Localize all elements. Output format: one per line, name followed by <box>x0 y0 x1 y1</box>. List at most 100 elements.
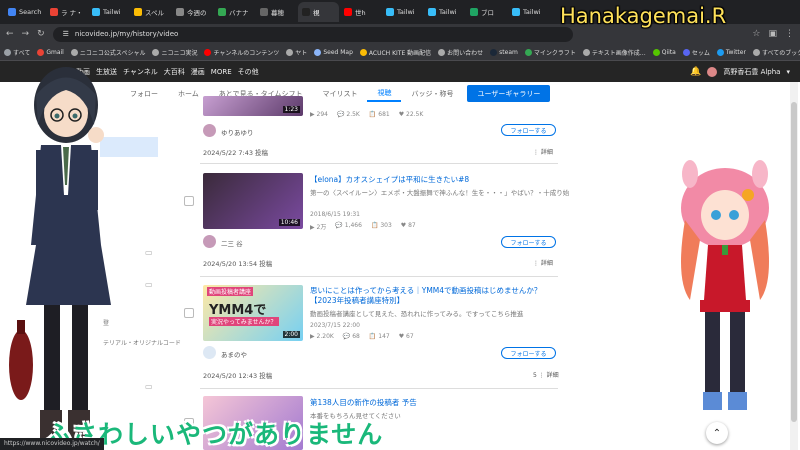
tab-label: ブロ <box>481 9 494 17</box>
browser-tab[interactable]: ラ ナ・ <box>46 2 87 22</box>
browser-tab[interactable]: Tailwi <box>382 2 423 22</box>
tab-label: Tailwi <box>397 8 415 16</box>
video-stats: ▶ 2万 💬 1,466 📋 303 ♥ 87 <box>310 222 416 231</box>
stat-value: ♥ 67 <box>399 333 414 340</box>
stat-number: 67 <box>406 333 414 340</box>
stat-number: 87 <box>408 222 416 229</box>
bookmark-item[interactable]: すべてのブックマーク <box>752 48 800 57</box>
scrollbar-thumb[interactable] <box>791 102 797 422</box>
video-stats: ▶ 2.20K 💬 68 📋 147 ♥ 67 <box>310 333 414 340</box>
browser-tab[interactable]: ブロ <box>466 2 507 22</box>
select-checkbox[interactable] <box>184 196 194 206</box>
bookmark-item[interactable]: テキスト画像作成… <box>582 48 646 57</box>
thumbnail-caption: 実況やってみませんか？ <box>209 317 279 326</box>
video-description: 第一の〈スペイルーン〉エメポ・大盤振舞で神ふんな！生を・・・」やばい？・十成り始 <box>310 189 570 197</box>
reload-icon[interactable]: ↻ <box>37 29 45 39</box>
user-avatar[interactable] <box>203 235 216 248</box>
bookmark-item[interactable]: ACUCH KITE 動画配信 <box>359 48 431 57</box>
menu-icon[interactable]: ⋮ <box>785 29 794 39</box>
bookmark-item[interactable]: ニコニコ実況 <box>152 48 197 57</box>
uploader-name[interactable]: ゆりあゆり <box>221 127 254 137</box>
uploader-name[interactable]: 二三 谷 <box>221 238 243 248</box>
bell-icon[interactable]: 🔔 <box>690 67 701 77</box>
stat-number: 2万 <box>316 224 327 231</box>
browser-tab[interactable]: 世h <box>340 2 381 22</box>
bookmark-item[interactable]: マインクラフト <box>524 48 576 57</box>
video-thumbnail[interactable]: 動画投稿者講座 YMM4で 実況やってみませんか？ 2:00 <box>203 285 303 341</box>
stat-number: 147 <box>378 333 390 340</box>
bookmark-label: すべてのブックマーク <box>761 49 800 57</box>
stat-number: 22.5K <box>406 111 424 118</box>
user-name[interactable]: 高野香石豊 Alpha <box>723 67 780 77</box>
chevron-down-icon[interactable]: ▾ <box>786 68 790 76</box>
subtab-item[interactable]: マイリスト <box>312 85 367 102</box>
bookmark-item[interactable]: チャンネルのコンテンツ <box>204 48 279 57</box>
forward-icon[interactable]: → <box>22 29 30 39</box>
site-nav-item[interactable]: 漫画 <box>191 67 205 77</box>
tab-favicon-icon <box>8 8 16 16</box>
star-icon[interactable]: ☆ <box>752 29 760 39</box>
browser-tab[interactable]: Tailwi <box>508 2 549 22</box>
tab-favicon-icon <box>50 8 58 16</box>
browser-tab[interactable]: 視 <box>298 2 339 22</box>
tab-favicon-icon <box>302 8 310 16</box>
user-avatar[interactable] <box>707 66 718 77</box>
follow-button[interactable]: フォローする <box>501 236 556 248</box>
bookmark-item[interactable]: steam <box>490 48 518 56</box>
uploader-name[interactable]: あまのや <box>221 349 247 359</box>
status-url: https://www.nicovideo.jp/watch/ <box>0 438 104 450</box>
video-title-link[interactable]: 【2023年投稿者講座特別】 <box>310 295 404 306</box>
tab-favicon-icon <box>218 8 226 16</box>
details-menu[interactable]: ⋮ 詳細 <box>533 258 553 267</box>
posted-date: 2024/5/22 7:43 投稿 <box>203 149 269 157</box>
chevron-up-icon: ⌃ <box>712 427 722 439</box>
subtab-item[interactable]: 視聴 <box>367 85 402 102</box>
site-nav-item[interactable]: 大百科 <box>164 67 185 77</box>
gallery-button[interactable]: ユーザーギャラリー <box>467 85 551 102</box>
bookmark-item[interactable]: Qiita <box>652 48 676 56</box>
tab-favicon-icon <box>470 8 478 16</box>
browser-tab[interactable]: Tailwi <box>424 2 465 22</box>
subtab-item[interactable]: バッジ・称号 <box>401 85 463 102</box>
video-thumbnail[interactable]: 1:23 <box>203 96 303 116</box>
user-avatar[interactable] <box>203 124 216 137</box>
stat-value: ▶ 294 <box>310 111 328 118</box>
video-title-link[interactable]: 第138人目の新作の投稿者 予告 <box>310 397 417 408</box>
browser-tab[interactable]: 暮穂 <box>256 2 297 22</box>
video-title-link[interactable]: 【elona】カオスシェイプは平和に生きたい#8 <box>310 174 469 185</box>
tab-label: 視 <box>313 9 320 17</box>
browser-tab[interactable]: Tailwi <box>88 2 129 22</box>
video-duration: 10:46 <box>278 219 300 226</box>
back-icon[interactable]: ← <box>6 29 14 39</box>
bookmark-item[interactable]: セッム <box>682 48 710 57</box>
scroll-to-top-button[interactable]: ⌃ <box>706 422 728 444</box>
bookmark-item[interactable]: Seed Map <box>314 48 353 56</box>
details-menu[interactable]: ⋮ 詳細 <box>533 147 553 156</box>
details-menu[interactable]: 5 ⋮ 詳細 <box>533 370 559 379</box>
user-avatar[interactable] <box>203 346 216 359</box>
url-field[interactable]: ☰ nicovideo.jp/my/history/video <box>52 26 573 42</box>
stat-number: 68 <box>352 333 360 340</box>
select-checkbox[interactable] <box>184 308 194 318</box>
browser-tab[interactable]: スペル <box>130 2 171 22</box>
tab-favicon-icon <box>344 8 352 16</box>
divider <box>200 388 558 389</box>
site-nav-item[interactable]: MORE <box>211 68 232 76</box>
browser-tab[interactable]: 今週の <box>172 2 213 22</box>
browser-tab[interactable]: Search <box>4 2 45 22</box>
bookmark-item[interactable]: お問い合わせ <box>438 48 483 57</box>
tab-label: バナナ <box>229 9 249 17</box>
follow-button[interactable]: フォローする <box>501 347 556 359</box>
site-nav-item[interactable]: チャンネル <box>123 67 158 77</box>
bookmark-item[interactable]: Twitter <box>716 48 746 56</box>
browser-tab[interactable]: バナナ <box>214 2 255 22</box>
site-nav-item[interactable]: その他 <box>238 67 259 77</box>
site-info-icon[interactable]: ☰ <box>63 30 69 38</box>
video-thumbnail[interactable]: 10:46 <box>203 173 303 229</box>
video-description: 動画投稿者講座として見えた、恐れれに作ってみる。ですってこちら推進 <box>310 310 524 318</box>
stat-value: 📋 303 <box>371 222 392 231</box>
follow-button[interactable]: フォローする <box>501 124 556 136</box>
bookmark-item[interactable]: ヤト <box>286 48 307 57</box>
extensions-icon[interactable]: ▣ <box>768 29 777 39</box>
subtab-item[interactable]: フォロー <box>120 85 168 102</box>
